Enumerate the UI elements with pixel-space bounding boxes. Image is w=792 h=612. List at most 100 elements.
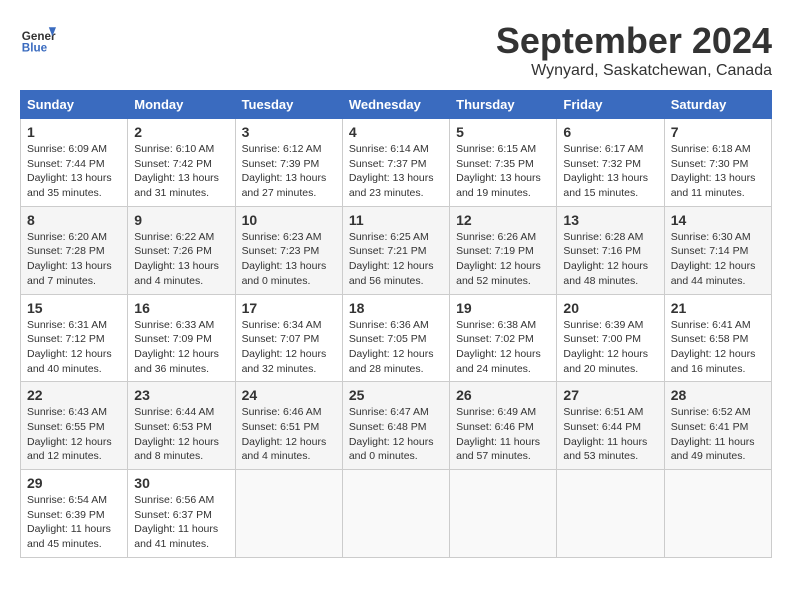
day-info: Sunrise: 6:46 AMSunset: 6:51 PMDaylight:… [242,405,336,464]
col-monday: Monday [128,91,235,119]
day-number: 21 [671,300,765,316]
day-info: Sunrise: 6:10 AMSunset: 7:42 PMDaylight:… [134,142,228,201]
calendar-cell: 23 Sunrise: 6:44 AMSunset: 6:53 PMDaylig… [128,382,235,470]
day-number: 1 [27,124,121,140]
day-number: 13 [563,212,657,228]
calendar-cell: 30 Sunrise: 6:56 AMSunset: 6:37 PMDaylig… [128,470,235,558]
day-info: Sunrise: 6:15 AMSunset: 7:35 PMDaylight:… [456,142,550,201]
logo: General Blue [20,20,56,56]
day-number: 27 [563,387,657,403]
calendar-cell: 22 Sunrise: 6:43 AMSunset: 6:55 PMDaylig… [21,382,128,470]
calendar-cell: 25 Sunrise: 6:47 AMSunset: 6:48 PMDaylig… [342,382,449,470]
day-number: 10 [242,212,336,228]
day-info: Sunrise: 6:43 AMSunset: 6:55 PMDaylight:… [27,405,121,464]
day-number: 19 [456,300,550,316]
day-number: 11 [349,212,443,228]
calendar-cell: 2 Sunrise: 6:10 AMSunset: 7:42 PMDayligh… [128,119,235,207]
calendar-cell: 27 Sunrise: 6:51 AMSunset: 6:44 PMDaylig… [557,382,664,470]
day-info: Sunrise: 6:47 AMSunset: 6:48 PMDaylight:… [349,405,443,464]
day-number: 3 [242,124,336,140]
day-number: 2 [134,124,228,140]
calendar-cell: 20 Sunrise: 6:39 AMSunset: 7:00 PMDaylig… [557,294,664,382]
day-info: Sunrise: 6:23 AMSunset: 7:23 PMDaylight:… [242,230,336,289]
day-number: 29 [27,475,121,491]
header-row: Sunday Monday Tuesday Wednesday Thursday… [21,91,772,119]
day-info: Sunrise: 6:51 AMSunset: 6:44 PMDaylight:… [563,405,657,464]
day-info: Sunrise: 6:54 AMSunset: 6:39 PMDaylight:… [27,493,121,552]
day-number: 7 [671,124,765,140]
day-info: Sunrise: 6:56 AMSunset: 6:37 PMDaylight:… [134,493,228,552]
day-info: Sunrise: 6:28 AMSunset: 7:16 PMDaylight:… [563,230,657,289]
calendar-week-4: 22 Sunrise: 6:43 AMSunset: 6:55 PMDaylig… [21,382,772,470]
day-number: 30 [134,475,228,491]
title-block: September 2024 Wynyard, Saskatchewan, Ca… [496,20,772,80]
col-wednesday: Wednesday [342,91,449,119]
day-info: Sunrise: 6:33 AMSunset: 7:09 PMDaylight:… [134,318,228,377]
col-friday: Friday [557,91,664,119]
calendar-week-2: 8 Sunrise: 6:20 AMSunset: 7:28 PMDayligh… [21,206,772,294]
page-subtitle: Wynyard, Saskatchewan, Canada [496,62,772,80]
day-number: 22 [27,387,121,403]
day-number: 6 [563,124,657,140]
day-number: 26 [456,387,550,403]
calendar-cell [342,470,449,558]
calendar-week-3: 15 Sunrise: 6:31 AMSunset: 7:12 PMDaylig… [21,294,772,382]
day-info: Sunrise: 6:41 AMSunset: 6:58 PMDaylight:… [671,318,765,377]
day-info: Sunrise: 6:39 AMSunset: 7:00 PMDaylight:… [563,318,657,377]
col-sunday: Sunday [21,91,128,119]
calendar-cell: 17 Sunrise: 6:34 AMSunset: 7:07 PMDaylig… [235,294,342,382]
calendar-cell: 13 Sunrise: 6:28 AMSunset: 7:16 PMDaylig… [557,206,664,294]
calendar-cell: 12 Sunrise: 6:26 AMSunset: 7:19 PMDaylig… [450,206,557,294]
day-number: 5 [456,124,550,140]
page-header: General Blue September 2024 Wynyard, Sas… [20,20,772,80]
svg-text:Blue: Blue [22,42,48,55]
calendar-cell: 16 Sunrise: 6:33 AMSunset: 7:09 PMDaylig… [128,294,235,382]
day-number: 28 [671,387,765,403]
day-number: 9 [134,212,228,228]
calendar-cell: 1 Sunrise: 6:09 AMSunset: 7:44 PMDayligh… [21,119,128,207]
calendar-cell [557,470,664,558]
day-info: Sunrise: 6:18 AMSunset: 7:30 PMDaylight:… [671,142,765,201]
day-info: Sunrise: 6:17 AMSunset: 7:32 PMDaylight:… [563,142,657,201]
calendar-week-1: 1 Sunrise: 6:09 AMSunset: 7:44 PMDayligh… [21,119,772,207]
calendar-cell: 28 Sunrise: 6:52 AMSunset: 6:41 PMDaylig… [664,382,771,470]
day-number: 15 [27,300,121,316]
day-number: 4 [349,124,443,140]
calendar-cell: 11 Sunrise: 6:25 AMSunset: 7:21 PMDaylig… [342,206,449,294]
day-info: Sunrise: 6:25 AMSunset: 7:21 PMDaylight:… [349,230,443,289]
day-number: 24 [242,387,336,403]
calendar-cell: 6 Sunrise: 6:17 AMSunset: 7:32 PMDayligh… [557,119,664,207]
logo-icon: General Blue [20,20,56,56]
day-number: 23 [134,387,228,403]
day-info: Sunrise: 6:38 AMSunset: 7:02 PMDaylight:… [456,318,550,377]
day-number: 25 [349,387,443,403]
day-info: Sunrise: 6:44 AMSunset: 6:53 PMDaylight:… [134,405,228,464]
calendar-cell: 14 Sunrise: 6:30 AMSunset: 7:14 PMDaylig… [664,206,771,294]
calendar-body: 1 Sunrise: 6:09 AMSunset: 7:44 PMDayligh… [21,119,772,558]
calendar-table: Sunday Monday Tuesday Wednesday Thursday… [20,90,772,558]
day-number: 16 [134,300,228,316]
col-tuesday: Tuesday [235,91,342,119]
day-number: 18 [349,300,443,316]
col-saturday: Saturday [664,91,771,119]
day-info: Sunrise: 6:20 AMSunset: 7:28 PMDaylight:… [27,230,121,289]
calendar-cell: 15 Sunrise: 6:31 AMSunset: 7:12 PMDaylig… [21,294,128,382]
calendar-week-5: 29 Sunrise: 6:54 AMSunset: 6:39 PMDaylig… [21,470,772,558]
day-number: 17 [242,300,336,316]
day-info: Sunrise: 6:12 AMSunset: 7:39 PMDaylight:… [242,142,336,201]
day-info: Sunrise: 6:34 AMSunset: 7:07 PMDaylight:… [242,318,336,377]
day-info: Sunrise: 6:14 AMSunset: 7:37 PMDaylight:… [349,142,443,201]
calendar-cell: 3 Sunrise: 6:12 AMSunset: 7:39 PMDayligh… [235,119,342,207]
calendar-cell: 29 Sunrise: 6:54 AMSunset: 6:39 PMDaylig… [21,470,128,558]
calendar-cell: 24 Sunrise: 6:46 AMSunset: 6:51 PMDaylig… [235,382,342,470]
calendar-cell: 5 Sunrise: 6:15 AMSunset: 7:35 PMDayligh… [450,119,557,207]
calendar-cell [235,470,342,558]
day-info: Sunrise: 6:22 AMSunset: 7:26 PMDaylight:… [134,230,228,289]
day-info: Sunrise: 6:26 AMSunset: 7:19 PMDaylight:… [456,230,550,289]
day-number: 8 [27,212,121,228]
page-title: September 2024 [496,20,772,62]
day-number: 12 [456,212,550,228]
day-info: Sunrise: 6:09 AMSunset: 7:44 PMDaylight:… [27,142,121,201]
calendar-cell: 8 Sunrise: 6:20 AMSunset: 7:28 PMDayligh… [21,206,128,294]
day-info: Sunrise: 6:36 AMSunset: 7:05 PMDaylight:… [349,318,443,377]
